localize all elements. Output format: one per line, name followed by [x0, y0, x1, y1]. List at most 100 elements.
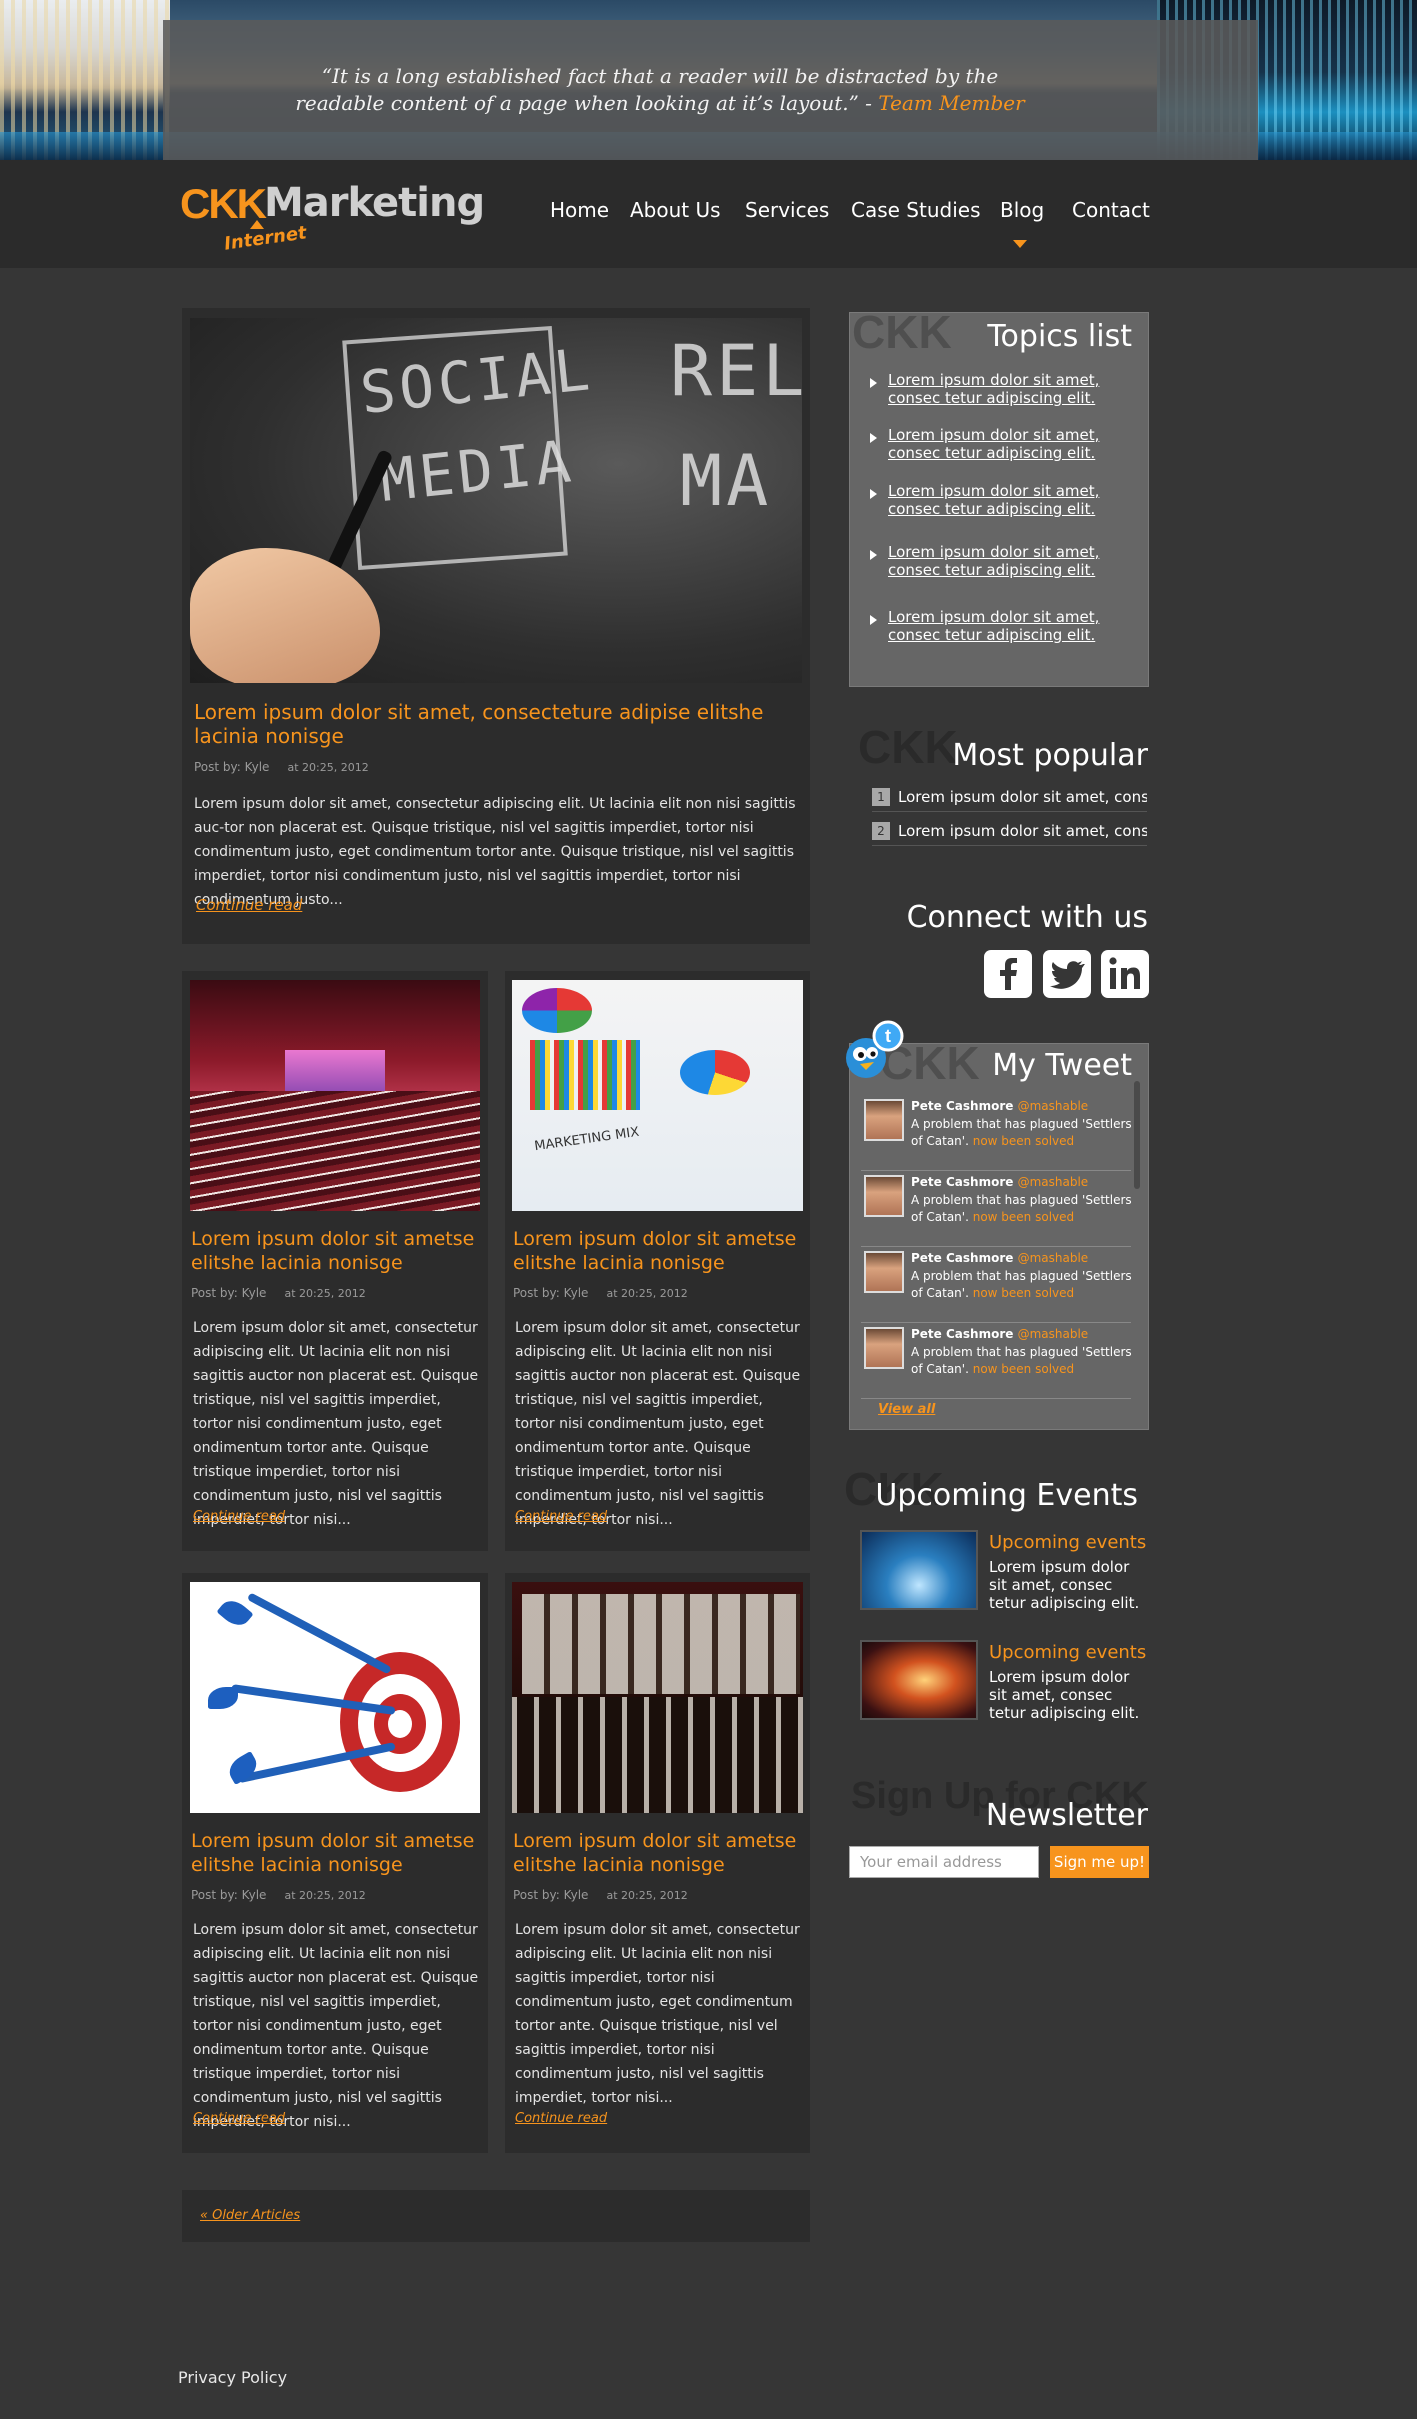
featured-title[interactable]: Lorem ipsum dolor sit amet, consecteture…	[194, 700, 800, 748]
tweet-handle[interactable]: @mashable	[1018, 1099, 1089, 1113]
post-date: at 20:25, 2012	[606, 1889, 688, 1902]
article-title[interactable]: Lorem ipsum dolor sit ametse elitshe lac…	[513, 1829, 805, 1877]
article-continue-link[interactable]: Continue read	[193, 1509, 285, 1524]
tweet-author: Pete Cashmore @mashable	[911, 1175, 1088, 1189]
connect-title: Connect with us	[906, 900, 1148, 935]
popular-title: Most popular	[952, 738, 1148, 773]
post-author: Post by: Kyle	[194, 760, 270, 774]
nav-home[interactable]: Home	[550, 198, 609, 222]
tweet-author: Pete Cashmore @mashable	[911, 1251, 1088, 1265]
nav-contact[interactable]: Contact	[1072, 198, 1150, 222]
tweet-author-name: Pete Cashmore	[911, 1327, 1014, 1341]
popular-item[interactable]: 2 Lorem ipsum dolor sit amet, consec	[872, 822, 1147, 846]
chevron-right-icon	[870, 433, 877, 443]
tweet-handle[interactable]: @mashable	[1018, 1251, 1089, 1265]
avatar[interactable]	[864, 1175, 904, 1217]
popular-ghost-text: CKK	[858, 721, 958, 773]
event-thumbnail[interactable]	[860, 1530, 978, 1610]
view-all-tweets-link[interactable]: View all	[878, 1402, 935, 1417]
article-title[interactable]: Lorem ipsum dolor sit ametse elitshe lac…	[191, 1829, 483, 1877]
article-meta: Post by: Kyle at 20:25, 2012	[191, 1286, 366, 1300]
quote-author: Team Member	[878, 91, 1025, 115]
chalk-word-rel: REL	[670, 330, 802, 412]
tweet-author: Pete Cashmore @mashable	[911, 1327, 1088, 1341]
tweet-handle[interactable]: @mashable	[1018, 1327, 1089, 1341]
tweet-item: Pete Cashmore @mashable A problem that h…	[861, 1327, 1132, 1399]
avatar[interactable]	[864, 1251, 904, 1293]
post-author: Post by: Kyle	[513, 1286, 589, 1300]
dart-flight-graphic	[224, 1750, 262, 1786]
topics-title: Topics list	[987, 319, 1132, 354]
nav-blog[interactable]: Blog	[1000, 198, 1044, 222]
post-date: at 20:25, 2012	[284, 1287, 366, 1300]
topic-link[interactable]: Lorem ipsum dolor sit amet, consec tetur…	[888, 543, 1143, 579]
tweet-text: A problem that has plagued 'Settlers of …	[911, 1192, 1136, 1226]
article-image-theater[interactable]	[190, 980, 480, 1211]
tweet-author-name: Pete Cashmore	[911, 1251, 1014, 1265]
event-text: Lorem ipsum dolor sit amet, consec tetur…	[989, 1558, 1140, 1612]
event-item[interactable]: Upcoming events Lorem ipsum dolor sit am…	[860, 1530, 1148, 1612]
chalk-word-ma: MA	[680, 440, 773, 522]
topic-link[interactable]: Lorem ipsum dolor sit amet, consec tetur…	[888, 482, 1143, 518]
article-title[interactable]: Lorem ipsum dolor sit ametse elitshe lac…	[513, 1227, 805, 1275]
tweet-link[interactable]: now been solved	[973, 1134, 1074, 1148]
typewriter-keys-graphic	[522, 1594, 800, 1694]
older-articles-link[interactable]: « Older Articles	[200, 2208, 300, 2223]
popular-item[interactable]: 1 Lorem ipsum dolor sit amet, consec	[872, 788, 1147, 812]
article-meta: Post by: Kyle at 20:25, 2012	[513, 1888, 688, 1902]
article-continue-link[interactable]: Continue read	[193, 2111, 285, 2126]
dart-graphic	[246, 1592, 392, 1675]
article-body: Lorem ipsum dolor sit amet, consectetur …	[193, 1320, 479, 1528]
nav-case-studies[interactable]: Case Studies	[851, 198, 981, 222]
popular-rank: 1	[872, 788, 890, 806]
topic-link[interactable]: Lorem ipsum dolor sit amet, consec tetur…	[888, 371, 1143, 407]
seats-graphic	[190, 1091, 480, 1211]
topics-panel: CKK Topics list Lorem ipsum dolor sit am…	[849, 312, 1149, 687]
tweet-text: A problem that has plagued 'Settlers of …	[911, 1344, 1136, 1378]
signup-button[interactable]: Sign me up!	[1050, 1846, 1149, 1878]
featured-image[interactable]: SOCIAL MEDIA REL MA	[190, 318, 802, 683]
topic-link[interactable]: Lorem ipsum dolor sit amet, consec tetur…	[888, 608, 1143, 644]
topic-link[interactable]: Lorem ipsum dolor sit amet, consec tetur…	[888, 426, 1143, 462]
dart-flight-graphic	[208, 1687, 238, 1709]
event-thumbnail[interactable]	[860, 1640, 978, 1720]
post-date: at 20:25, 2012	[284, 1889, 366, 1902]
nav-about-us[interactable]: About Us	[630, 198, 721, 222]
avatar[interactable]	[864, 1327, 904, 1369]
email-input[interactable]	[849, 1846, 1039, 1878]
article-image-darts[interactable]	[190, 1582, 480, 1813]
twitter-icon[interactable]	[1043, 950, 1091, 998]
tweet-item: Pete Cashmore @mashable A problem that h…	[861, 1099, 1132, 1171]
linkedin-icon[interactable]	[1101, 950, 1149, 998]
article-continue-link[interactable]: Continue read	[515, 2111, 607, 2126]
article-meta: Post by: Kyle at 20:25, 2012	[191, 1888, 366, 1902]
article-body: Lorem ipsum dolor sit amet, consectetur …	[515, 1320, 801, 1528]
post-date: at 20:25, 2012	[287, 761, 369, 774]
event-item[interactable]: Upcoming events Lorem ipsum dolor sit am…	[860, 1640, 1148, 1722]
article-continue-link[interactable]: Continue read	[515, 1509, 607, 1524]
bar-chart-graphic	[530, 1040, 640, 1110]
event-title[interactable]: Upcoming events	[989, 1642, 1146, 1663]
facebook-icon[interactable]	[984, 950, 1032, 998]
site-header: CKK Marketing Internet Home About Us Ser…	[0, 160, 1417, 268]
chevron-right-icon	[870, 489, 877, 499]
tweet-link[interactable]: now been solved	[973, 1362, 1074, 1376]
tweet-link[interactable]: now been solved	[973, 1286, 1074, 1300]
tweet-text: A problem that has plagued 'Settlers of …	[911, 1116, 1136, 1150]
tweet-link[interactable]: now been solved	[973, 1210, 1074, 1224]
privacy-policy-link[interactable]: Privacy Policy	[178, 2368, 287, 2387]
twitter-bird-icon: t	[840, 1020, 904, 1084]
event-title[interactable]: Upcoming events	[989, 1532, 1146, 1553]
nav-services[interactable]: Services	[745, 198, 829, 222]
avatar[interactable]	[864, 1099, 904, 1141]
tweets-title: My Tweet	[992, 1048, 1132, 1083]
featured-continue-link[interactable]: Continue read	[196, 896, 302, 914]
article-image-typewriter[interactable]	[512, 1582, 803, 1813]
popular-rank: 2	[872, 822, 890, 840]
hero-banner: “It is a long established fact that a re…	[0, 0, 1417, 160]
article-image-marketing[interactable]: MARKETING MIX	[512, 980, 803, 1211]
article-title[interactable]: Lorem ipsum dolor sit ametse elitshe lac…	[191, 1227, 483, 1275]
tweet-handle[interactable]: @mashable	[1018, 1175, 1089, 1189]
chevron-right-icon	[870, 615, 877, 625]
chevron-right-icon	[870, 550, 877, 560]
